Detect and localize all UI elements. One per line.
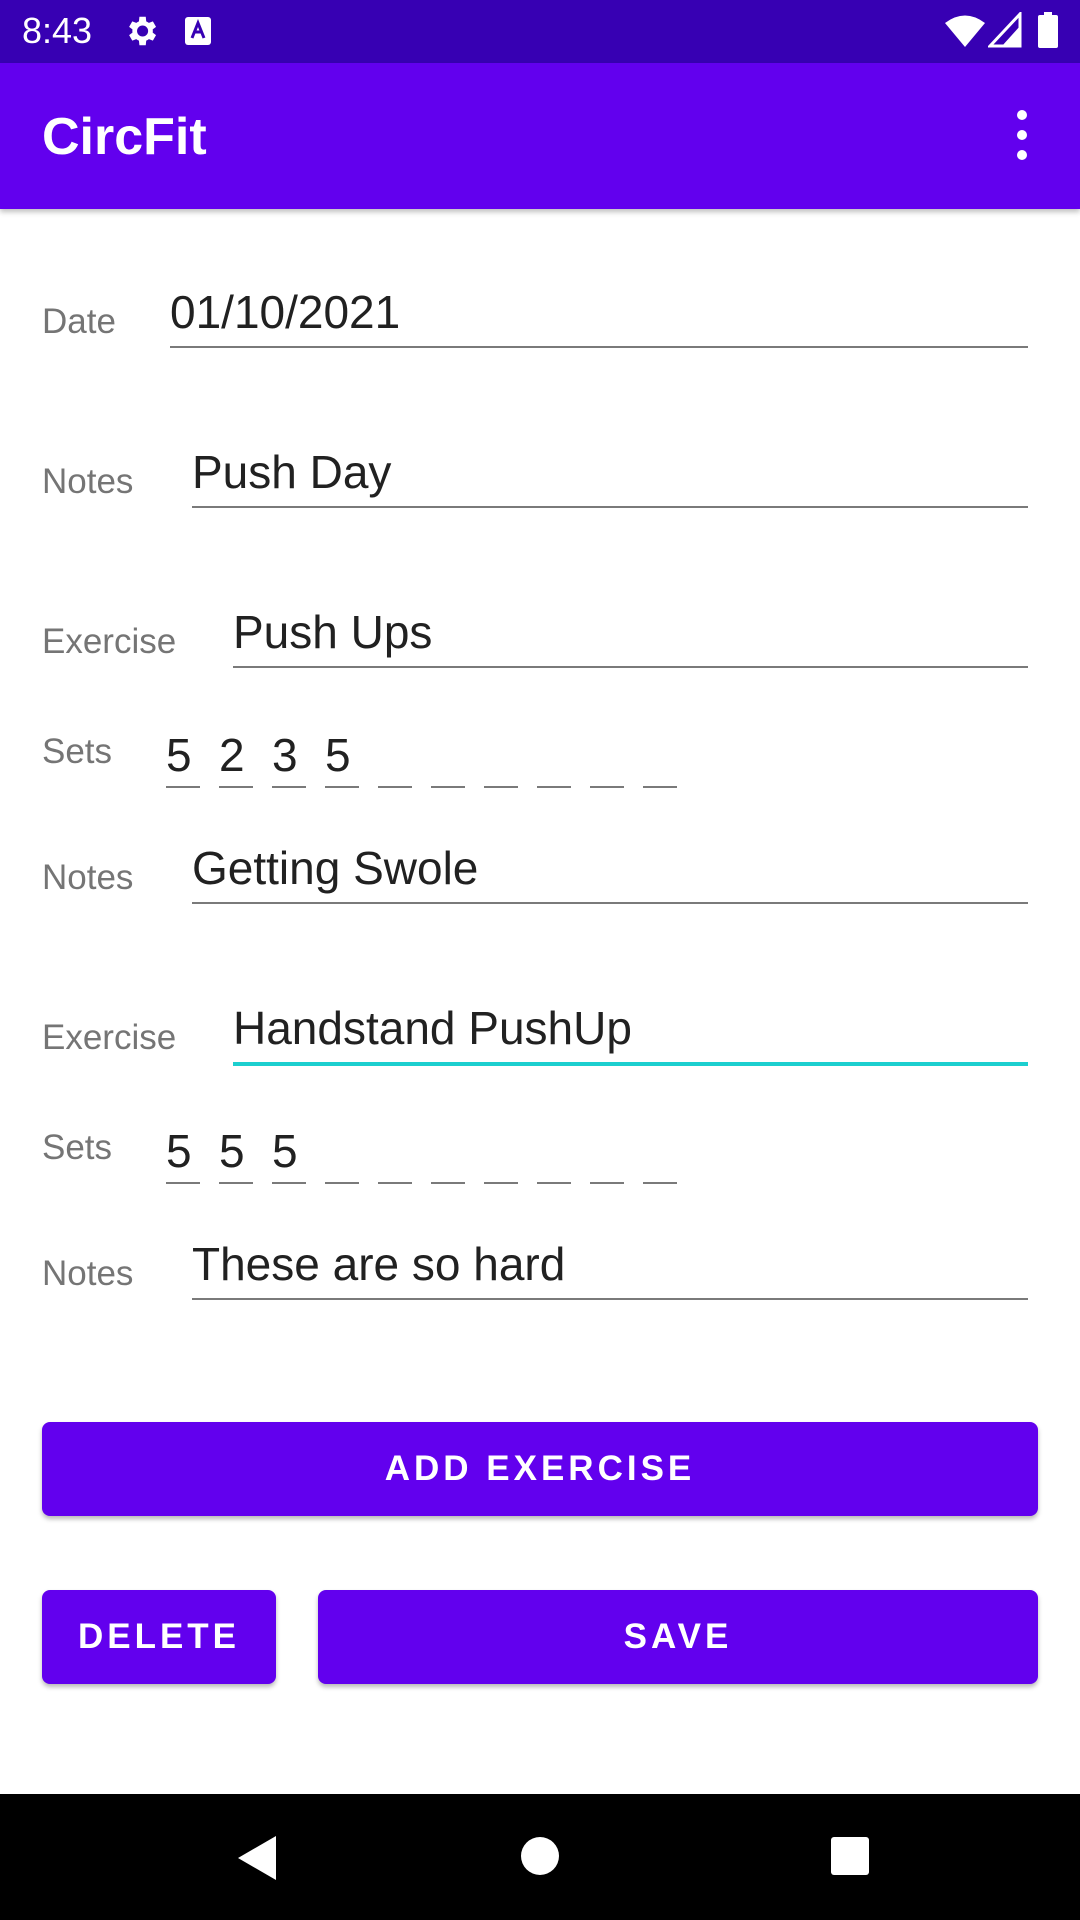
workout-notes-label: Notes (42, 462, 134, 501)
exercise-label: Exercise (42, 622, 177, 661)
save-button[interactable]: SAVE (318, 1590, 1038, 1684)
sets-label: Sets (42, 732, 113, 771)
set-input[interactable] (590, 724, 624, 788)
set-input[interactable] (590, 1120, 624, 1184)
exercise-notes-label: Notes (42, 1254, 134, 1293)
set-input[interactable]: 3 (272, 724, 306, 788)
set-input[interactable]: 5 (325, 724, 359, 788)
set-input[interactable] (378, 724, 412, 788)
add-exercise-button[interactable]: ADD EXERCISE (42, 1422, 1038, 1516)
set-input[interactable] (431, 724, 465, 788)
set-input[interactable]: 5 (219, 1120, 253, 1184)
exercise-notes-label: Notes (42, 858, 134, 897)
set-input[interactable] (431, 1120, 465, 1184)
set-input[interactable] (643, 1120, 677, 1184)
set-input[interactable] (484, 724, 518, 788)
set-input[interactable]: 5 (166, 724, 200, 788)
set-input[interactable] (537, 724, 571, 788)
wifi-icon (945, 15, 985, 47)
workout-notes-field[interactable]: Push Day (192, 444, 1028, 508)
sets-label: Sets (42, 1128, 113, 1167)
set-input[interactable]: 5 (272, 1120, 306, 1184)
home-icon[interactable] (520, 1836, 560, 1876)
signal-icon (988, 12, 1022, 48)
set-input[interactable]: 2 (219, 724, 253, 788)
date-field[interactable]: 01/10/2021 (170, 284, 1028, 348)
app-title: CircFit (42, 108, 207, 166)
exercise-notes-field[interactable]: Getting Swole (192, 840, 1028, 904)
set-input[interactable] (378, 1120, 412, 1184)
delete-button[interactable]: DELETE (42, 1590, 276, 1684)
recents-icon[interactable] (830, 1836, 870, 1876)
gear-icon (129, 16, 157, 46)
exercise-name-field[interactable]: Push Ups (233, 604, 1028, 668)
back-icon[interactable] (236, 1834, 278, 1882)
exercise-label: Exercise (42, 1018, 177, 1057)
set-input[interactable] (325, 1120, 359, 1184)
battery-icon (1038, 12, 1058, 48)
set-input[interactable] (643, 724, 677, 788)
status-bar: 8:43 (0, 0, 1080, 63)
status-time: 8:43 (22, 10, 93, 51)
navigation-bar (0, 1794, 1080, 1920)
set-input[interactable]: 5 (166, 1120, 200, 1184)
exercise-notes-field[interactable]: These are so hard (192, 1236, 1028, 1300)
a-icon (185, 17, 211, 45)
exercise-name-field[interactable]: Handstand PushUp (233, 1000, 1028, 1066)
more-vert-icon[interactable] (1000, 107, 1044, 163)
date-label: Date (42, 302, 116, 341)
set-input[interactable] (537, 1120, 571, 1184)
set-input[interactable] (484, 1120, 518, 1184)
app-bar: CircFit (0, 63, 1080, 209)
